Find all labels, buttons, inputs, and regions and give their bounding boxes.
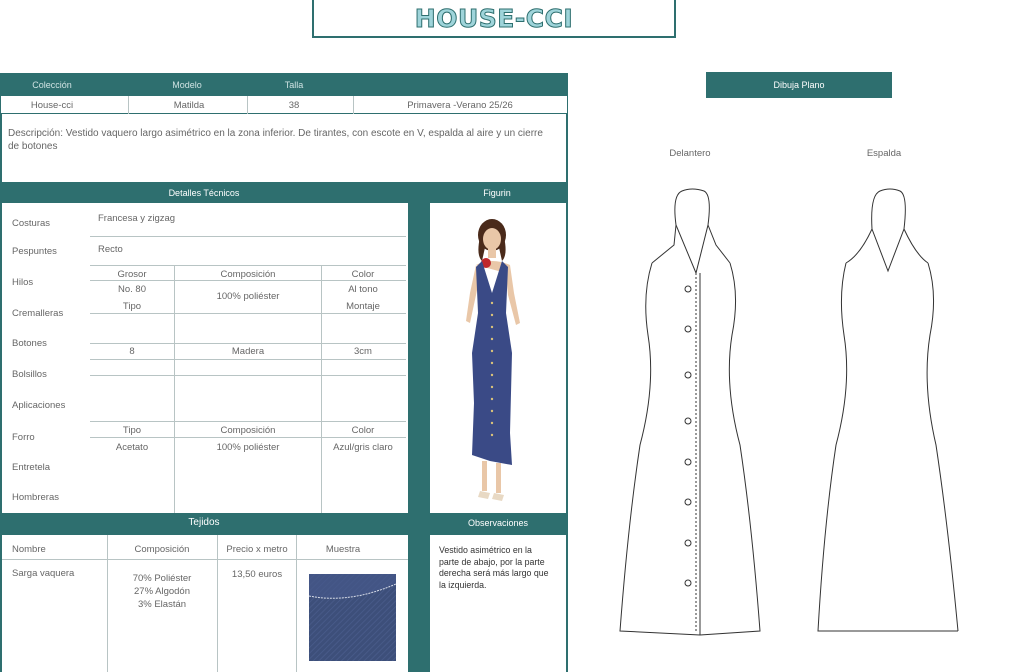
observation-line: la izquierda. [439, 579, 487, 590]
value-temporada: Primavera -Verano 25/26 [407, 100, 513, 111]
row-pespuntes: Pespuntes [12, 246, 57, 257]
row-entretela: Entretela [12, 462, 51, 473]
costuras-value: Francesa y zigzag [98, 213, 176, 224]
label-coleccion: Colección [32, 80, 72, 90]
fabric-swatch [308, 574, 397, 661]
thread-header-color: Color [351, 269, 375, 280]
description-text: Descripción: Vestido vaquero largo asimé… [8, 128, 543, 152]
row-aplicaciones: Aplicaciones [12, 400, 66, 411]
figurin-title: Figurin [483, 188, 511, 198]
thread-grosor: No. 80 [118, 284, 146, 295]
fabric-composition-line: 3% Elastán [137, 599, 187, 610]
thread-montaje: Montaje [346, 301, 380, 312]
lining-color: Azul/gris claro [333, 442, 393, 453]
buttons-material: Madera [231, 346, 265, 357]
thread-header-grosor: Grosor [117, 269, 147, 280]
thread-color: Al tono [348, 284, 378, 295]
observation-line: Vestido asimétrico en la [439, 545, 532, 555]
figurin-illustration [466, 219, 520, 501]
lining-tipo: Acetato [115, 442, 149, 453]
flat-front-label: Delantero [669, 148, 711, 159]
fabrics-title: Tejidos [188, 517, 220, 528]
description-box: Descripción: Vestido vaquero largo asimé… [0, 114, 568, 182]
fabrics-header-muestra: Muestra [325, 544, 361, 555]
fabric-composition-line: 27% Algodón [134, 586, 190, 597]
lining-header-composicion: Composición [220, 425, 276, 436]
row-costuras: Costuras [12, 218, 51, 229]
flat-back-label: Espalda [866, 148, 902, 159]
fabrics-header-nombre: Nombre [12, 544, 46, 555]
pespuntes-value: Recto [98, 244, 123, 255]
lining-composicion: 100% poliéster [216, 442, 280, 453]
row-hombreras: Hombreras [12, 492, 59, 503]
back-flat-sketch [810, 185, 970, 645]
value-coleccion: House-cci [30, 100, 74, 111]
value-modelo: Matilda [173, 100, 205, 111]
fabrics-header-precio: Precio x metro [226, 544, 288, 555]
label-modelo: Modelo [172, 80, 202, 90]
observation-line: derecha será más largo que [439, 568, 549, 578]
technical-panel [0, 203, 410, 513]
flat-title: Dibuja Plano [773, 80, 825, 90]
title-box: HOUSE-CCI [312, 0, 676, 38]
page-title: HOUSE-CCI [414, 4, 574, 34]
observations-panel: Vestido asimétrico en la parte de abajo,… [430, 535, 566, 672]
value-talla: 38 [288, 100, 300, 111]
lining-header-tipo: Tipo [122, 425, 142, 436]
observations-title: Observaciones [467, 518, 529, 528]
observation-line: parte de abajo, por la parte [439, 556, 545, 567]
row-hilos: Hilos [12, 277, 34, 288]
buttons-size: 3cm [354, 346, 372, 357]
fabrics-header-composicion: Composición [134, 544, 190, 555]
fabric-composition: 70% Poliéster 27% Algodón 3% Elastán [110, 572, 214, 611]
buttons-count: 8 [129, 346, 135, 357]
fabric-price: 13,50 euros [231, 569, 283, 580]
thread-tipo: Tipo [122, 301, 142, 312]
row-botones: Botones [12, 338, 47, 349]
fabric-name: Sarga vaquera [12, 568, 75, 579]
row-bolsillos: Bolsillos [12, 369, 47, 380]
thread-composicion: 100% poliéster [216, 291, 280, 302]
fabric-composition-line: 70% Poliéster [132, 573, 192, 584]
front-flat-sketch [612, 185, 772, 645]
technical-title: Detalles Técnicos [168, 188, 240, 198]
row-forro: Forro [12, 432, 35, 443]
lining-header-color: Color [351, 425, 375, 436]
thread-header-composicion: Composición [220, 269, 276, 280]
figurin-panel [430, 203, 566, 513]
label-talla: Talla [284, 80, 304, 90]
row-cremalleras: Cremalleras [12, 308, 64, 319]
